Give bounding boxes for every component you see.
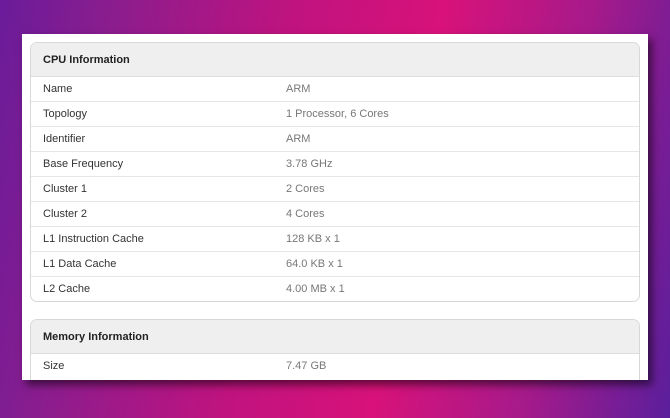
row-label: Topology (43, 108, 88, 120)
row-value: 4 Cores (286, 208, 325, 220)
row-value: 64.0 KB x 1 (286, 258, 343, 270)
row-value: 3.78 GHz (286, 158, 333, 170)
row-value: 1 Processor, 6 Cores (286, 108, 389, 120)
row-label: Size (43, 360, 65, 372)
row-label: Cluster 1 (43, 183, 88, 195)
row-label: L1 Instruction Cache (43, 233, 144, 245)
memory-information-panel: Memory Information Size 7.47 GB (30, 319, 640, 380)
memory-information-header: Memory Information (31, 320, 639, 354)
cpu-row-cluster-1: Cluster 1 2 Cores (31, 177, 639, 202)
cpu-row-l1-instruction-cache: L1 Instruction Cache 128 KB x 1 (31, 227, 639, 252)
row-label: Cluster 2 (43, 208, 88, 220)
cpu-information-header: CPU Information (31, 43, 639, 77)
cpu-row-identifier: Identifier ARM (31, 127, 639, 152)
row-value: 7.47 GB (286, 360, 327, 372)
cpu-row-l2-cache: L2 Cache 4.00 MB x 1 (31, 277, 639, 301)
row-value: 4.00 MB x 1 (286, 283, 345, 295)
row-value: 128 KB x 1 (286, 233, 340, 245)
cpu-information-panel: CPU Information Name ARM Topology 1 Proc… (30, 42, 640, 302)
row-value: ARM (286, 133, 311, 145)
row-label: L1 Data Cache (43, 258, 117, 270)
cpu-row-topology: Topology 1 Processor, 6 Cores (31, 102, 639, 127)
row-value: ARM (286, 83, 311, 95)
cpu-row-cluster-2: Cluster 2 4 Cores (31, 202, 639, 227)
row-label: Identifier (43, 133, 86, 145)
row-label: Base Frequency (43, 158, 124, 170)
system-info-screenshot: CPU Information Name ARM Topology 1 Proc… (22, 34, 648, 380)
cpu-row-base-frequency: Base Frequency 3.78 GHz (31, 152, 639, 177)
row-label: L2 Cache (43, 283, 91, 295)
memory-row-size: Size 7.47 GB (31, 354, 639, 378)
cpu-row-name: Name ARM (31, 77, 639, 102)
cpu-row-l1-data-cache: L1 Data Cache 64.0 KB x 1 (31, 252, 639, 277)
row-value: 2 Cores (286, 183, 325, 195)
row-label: Name (43, 83, 73, 95)
